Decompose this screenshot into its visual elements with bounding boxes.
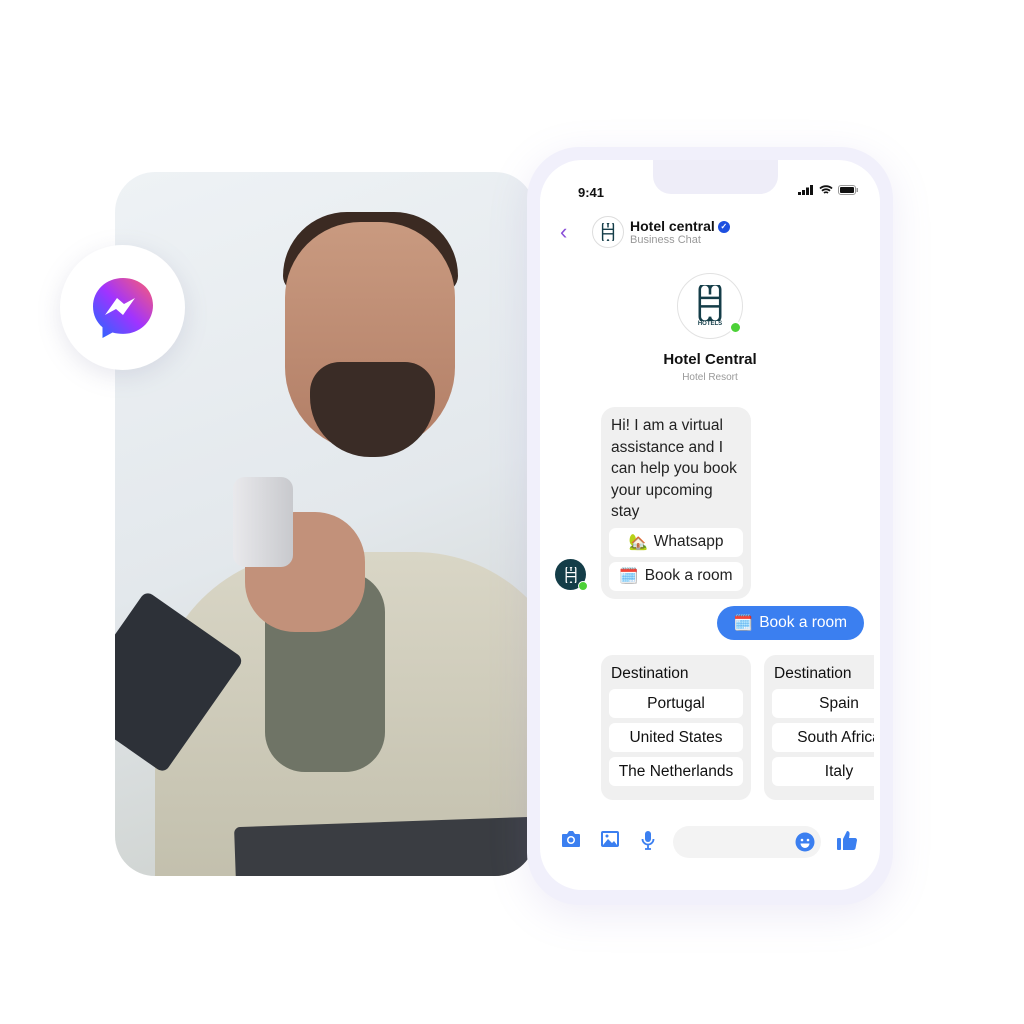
option-netherlands[interactable]: The Netherlands bbox=[609, 757, 743, 786]
chat-screen: 9:41 ‹ Hotel central ✓ Business Chat HOTE… bbox=[540, 160, 880, 890]
card-title: Destination bbox=[611, 665, 689, 682]
destination-carousel[interactable]: Destination Portugal United States The N… bbox=[540, 160, 874, 890]
option-south-africa[interactable]: South Africa bbox=[772, 723, 874, 752]
option-spain[interactable]: Spain bbox=[772, 689, 874, 718]
destination-card: Destination Portugal United States The N… bbox=[601, 655, 751, 800]
emoji-icon[interactable] bbox=[795, 832, 815, 852]
thumbs-up-icon[interactable] bbox=[836, 829, 858, 851]
hero-photo bbox=[115, 172, 535, 876]
option-italy[interactable]: Italy bbox=[772, 757, 874, 786]
messenger-logo bbox=[60, 245, 185, 370]
card-title: Destination bbox=[774, 665, 852, 682]
image-icon[interactable] bbox=[600, 830, 620, 848]
camera-icon[interactable] bbox=[561, 830, 581, 848]
option-portugal[interactable]: Portugal bbox=[609, 689, 743, 718]
composer bbox=[540, 824, 880, 860]
messenger-icon bbox=[92, 277, 153, 338]
option-united-states[interactable]: United States bbox=[609, 723, 743, 752]
microphone-icon[interactable] bbox=[641, 830, 655, 850]
destination-card: Destination Spain South Africa Italy bbox=[764, 655, 874, 800]
